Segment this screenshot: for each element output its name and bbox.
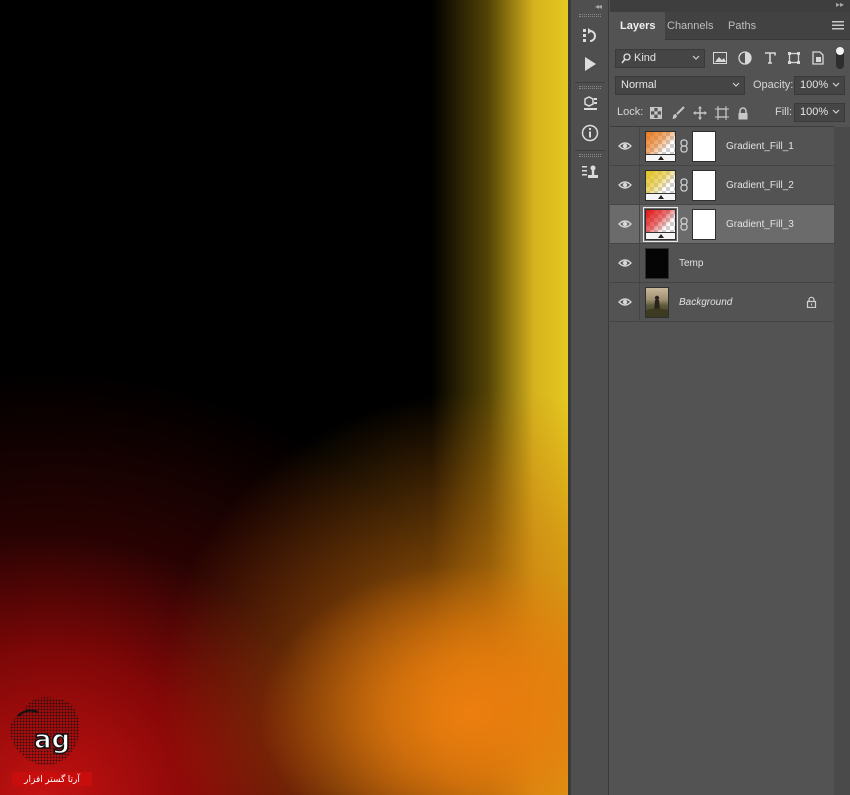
layer-name: Gradient_Fill_1	[726, 141, 794, 152]
expand-panel-button[interactable]: ▸▸	[836, 0, 844, 9]
panel-tabs: Layers Channels Paths	[610, 12, 850, 40]
opacity-label: Opacity:	[753, 79, 794, 91]
3d-cube-icon[interactable]	[578, 92, 602, 116]
filter-toggle-knob	[836, 47, 844, 55]
search-icon	[621, 53, 631, 64]
layer-thumbnail[interactable]	[645, 131, 676, 162]
eye-icon[interactable]	[618, 258, 632, 268]
dock-grip[interactable]	[579, 86, 601, 89]
photo-thumbnail-image	[646, 295, 668, 317]
type-filter-icon[interactable]	[762, 50, 778, 66]
gradient-swatch	[646, 210, 675, 232]
gradient-fill-indicator	[646, 193, 675, 200]
eye-icon[interactable]	[618, 141, 632, 151]
gradient-fill-indicator	[646, 232, 675, 239]
lock-all-icon[interactable]	[735, 105, 751, 121]
layer-row-gradient-fill-2[interactable]: Gradient_Fill_2	[610, 166, 834, 205]
info-icon[interactable]	[578, 121, 602, 145]
panel-menu-icon[interactable]	[832, 20, 844, 30]
opacity-input[interactable]: 100%	[794, 76, 845, 95]
layer-thumbnail[interactable]	[645, 287, 669, 318]
smart-object-filter-icon[interactable]	[810, 50, 826, 66]
layer-locked-icon	[806, 296, 817, 308]
layer-row-temp[interactable]: Temp	[610, 244, 834, 283]
link-chain-icon[interactable]	[679, 139, 689, 153]
layer-name: Gradient_Fill_2	[726, 180, 794, 191]
filter-toggle-switch[interactable]	[836, 47, 844, 69]
svg-text:ag: ag	[34, 725, 70, 755]
layer-row-gradient-fill-1[interactable]: Gradient_Fill_1	[610, 127, 834, 166]
gradient-swatch	[646, 171, 675, 193]
panel-title-bar[interactable]: ▸▸	[610, 0, 850, 12]
shape-filter-icon[interactable]	[786, 50, 802, 66]
fill-input[interactable]: 100%	[794, 103, 845, 122]
layer-name: Temp	[679, 258, 704, 269]
watermark-face-icon: ag	[9, 697, 80, 766]
layer-thumbnail[interactable]	[643, 207, 678, 242]
chevron-down-icon	[732, 82, 740, 87]
gradient-fill-indicator	[646, 154, 675, 161]
layer-mask-thumbnail[interactable]	[692, 131, 716, 162]
image-filter-icon[interactable]	[712, 50, 728, 66]
fill-label: Fill:	[775, 106, 793, 118]
blend-mode-value: Normal	[621, 79, 657, 91]
watermark-logo: ag آرتا گستر افزار	[4, 690, 92, 790]
panel-dock-toolbar: ◂◂	[571, 0, 609, 795]
visibility-toggle[interactable]	[610, 283, 640, 322]
layers-scroll-track[interactable]	[834, 127, 850, 795]
eye-icon[interactable]	[618, 180, 632, 190]
dock-grip[interactable]	[579, 154, 601, 157]
visibility-toggle[interactable]	[610, 244, 640, 283]
layer-row-gradient-fill-3[interactable]: Gradient_Fill_3	[610, 205, 834, 244]
lock-label: Lock:	[617, 106, 644, 118]
adjustment-filter-icon[interactable]	[737, 50, 753, 66]
filter-kind-select[interactable]: Kind	[615, 49, 705, 68]
layer-mask-thumbnail[interactable]	[692, 209, 716, 240]
toolbar-separator	[575, 150, 605, 151]
lock-transparent-pixels-icon[interactable]	[648, 105, 664, 121]
clone-source-icon[interactable]	[578, 160, 602, 184]
visibility-toggle[interactable]	[610, 127, 640, 166]
lock-artboard-icon[interactable]	[714, 105, 730, 121]
collapse-dock-button[interactable]: ◂◂	[595, 2, 602, 11]
blend-mode-select[interactable]: Normal	[615, 76, 745, 95]
chevron-down-icon	[832, 82, 840, 87]
layer-name: Gradient_Fill_3	[726, 219, 794, 230]
visibility-toggle[interactable]	[610, 166, 640, 205]
layer-thumbnail[interactable]	[645, 248, 669, 279]
document-canvas[interactable]: ag آرتا گستر افزار	[0, 0, 568, 795]
tab-paths[interactable]: Paths	[718, 12, 766, 40]
watermark-label: آرتا گستر افزار	[12, 772, 92, 786]
eye-icon[interactable]	[618, 297, 632, 307]
lock-position-icon[interactable]	[692, 105, 708, 121]
link-chain-icon[interactable]	[679, 217, 689, 231]
play-action-icon[interactable]	[578, 52, 602, 76]
layers-panel: ▸▸ Layers Channels Paths Kind Normal Opa…	[610, 0, 850, 795]
chevron-down-icon	[832, 109, 840, 114]
link-chain-icon[interactable]	[679, 178, 689, 192]
opacity-value: 100%	[800, 79, 829, 91]
layer-mask-thumbnail[interactable]	[692, 170, 716, 201]
history-brush-icon[interactable]	[578, 24, 602, 48]
filter-kind-value: Kind	[634, 52, 657, 64]
layer-name: Background	[679, 297, 733, 308]
gradient-swatch	[646, 132, 675, 154]
dock-grip[interactable]	[579, 14, 601, 17]
visibility-toggle[interactable]	[610, 205, 640, 244]
toolbar-separator	[575, 82, 605, 83]
fill-value: 100%	[800, 106, 829, 118]
eye-icon[interactable]	[618, 219, 632, 229]
canvas-shading	[0, 0, 440, 795]
tab-channels[interactable]: Channels	[657, 12, 723, 40]
chevron-down-icon	[692, 55, 700, 60]
lock-image-pixels-icon[interactable]	[670, 105, 686, 121]
layer-row-background[interactable]: Background	[610, 283, 834, 322]
layer-thumbnail[interactable]	[645, 170, 676, 201]
